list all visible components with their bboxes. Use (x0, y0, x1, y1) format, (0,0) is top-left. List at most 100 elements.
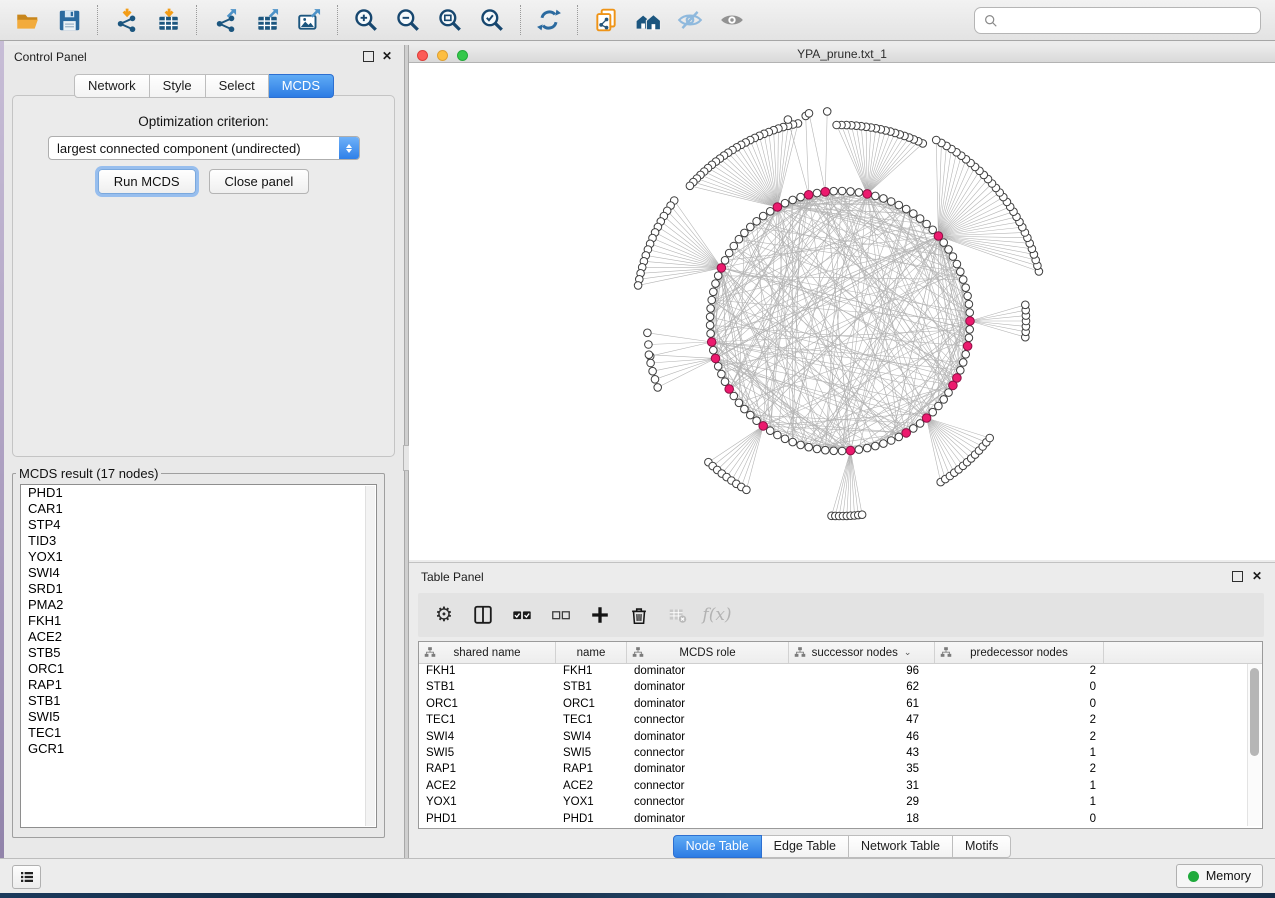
mcds-result-node: RAP1 (21, 677, 376, 693)
cell-predecessor-nodes: 1 (935, 745, 1104, 761)
deselect-all-rows-icon (550, 604, 572, 626)
toolbar-separator (577, 5, 578, 35)
mcds-result-node: STB1 (21, 693, 376, 709)
float-panel-icon[interactable] (363, 51, 374, 62)
memory-status-icon (1188, 871, 1199, 882)
select-all-rows-button[interactable] (510, 603, 534, 627)
tab-select[interactable]: Select (206, 74, 269, 98)
tab-network-table[interactable]: Network Table (849, 835, 953, 858)
task-history-button[interactable] (12, 865, 41, 889)
tab-style[interactable]: Style (150, 74, 206, 98)
table-scrollbar-thumb[interactable] (1250, 668, 1259, 756)
result-list-scrollbar[interactable] (365, 486, 375, 826)
cell-name: SWI4 (556, 729, 627, 745)
export-table-icon (254, 7, 280, 33)
node-table: shared namenameMCDS rolesuccessor nodes⌄… (418, 641, 1263, 829)
tab-motifs[interactable]: Motifs (953, 835, 1011, 858)
column-header-MCDS-role[interactable]: MCDS role (627, 642, 789, 663)
tab-network[interactable]: Network (74, 74, 150, 98)
table-scrollbar[interactable] (1247, 664, 1261, 826)
table-row[interactable]: SWI5SWI5connector431 (419, 745, 1262, 761)
import-table-button[interactable] (147, 3, 189, 37)
zoom-selected-button[interactable] (471, 3, 513, 37)
cell-shared-name: SWI4 (419, 729, 556, 745)
criterion-select[interactable]: largest connected component (undirected) (48, 136, 360, 160)
search-input[interactable] (1004, 10, 1260, 32)
split-panel-button[interactable] (471, 603, 495, 627)
open-session-button[interactable] (6, 3, 48, 37)
table-row[interactable]: ACE2ACE2connector311 (419, 778, 1262, 794)
network-window-titlebar[interactable]: YPA_prune.txt_1 (409, 45, 1275, 63)
table-row[interactable]: TEC1TEC1connector472 (419, 712, 1262, 728)
export-table-button[interactable] (246, 3, 288, 37)
tab-mcds[interactable]: MCDS (269, 74, 334, 98)
cell-predecessor-nodes: 0 (935, 811, 1104, 827)
cell-name: SWI5 (556, 745, 627, 761)
table-row[interactable]: STB1STB1dominator620 (419, 679, 1262, 695)
zoom-in-button[interactable] (345, 3, 387, 37)
column-header-filler (1104, 642, 1262, 663)
hide-selected-button[interactable] (669, 3, 711, 37)
duplicate-network-button[interactable] (585, 3, 627, 37)
tab-edge-table[interactable]: Edge Table (762, 835, 849, 858)
column-header-shared-name[interactable]: shared name (419, 642, 556, 663)
refresh-button[interactable] (528, 3, 570, 37)
zoom-out-button[interactable] (387, 3, 429, 37)
network-graph (409, 63, 1275, 560)
toolbar-separator (520, 5, 521, 35)
cell-shared-name: ACE2 (419, 778, 556, 794)
close-panel-icon[interactable]: ✕ (382, 51, 392, 61)
memory-button[interactable]: Memory (1176, 864, 1263, 888)
float-table-panel-icon[interactable] (1232, 571, 1243, 582)
column-header-successor-nodes[interactable]: successor nodes⌄ (789, 642, 935, 663)
table-settings-button[interactable]: ⚙ (432, 603, 456, 627)
network-canvas[interactable] (409, 63, 1275, 560)
import-network-button[interactable] (105, 3, 147, 37)
zoom-in-icon (353, 7, 379, 33)
close-panel-button[interactable]: Close panel (209, 169, 310, 194)
table-row[interactable]: RAP1RAP1dominator352 (419, 761, 1262, 777)
table-row[interactable]: SWI4SWI4dominator462 (419, 729, 1262, 745)
import-table-icon (155, 7, 181, 33)
column-header-name[interactable]: name (556, 642, 627, 663)
column-type-icon (794, 646, 806, 661)
table-row[interactable]: FKH1FKH1dominator962 (419, 663, 1262, 679)
table-toolbar: ⚙f(x) (418, 593, 1264, 637)
show-all-button[interactable] (711, 3, 753, 37)
export-image-button[interactable] (288, 3, 330, 37)
delete-column-button[interactable] (627, 603, 651, 627)
first-neighbors-button[interactable] (627, 3, 669, 37)
zoom-out-icon (395, 7, 421, 33)
show-all-icon (719, 7, 745, 33)
table-panel-tabs: Node TableEdge TableNetwork TableMotifs (409, 835, 1275, 858)
cell-predecessor-nodes: 2 (935, 663, 1104, 679)
cell-mcds-role: dominator (627, 729, 789, 745)
tab-node-table[interactable]: Node Table (673, 835, 762, 858)
table-row[interactable]: ORC1ORC1dominator610 (419, 696, 1262, 712)
save-session-button[interactable] (48, 3, 90, 37)
mcds-result-node: SRD1 (21, 581, 376, 597)
cell-successor-nodes: 43 (789, 745, 935, 761)
close-table-panel-icon[interactable]: ✕ (1252, 571, 1262, 581)
zoom-fit-icon (437, 7, 463, 33)
cell-name: FKH1 (556, 663, 627, 679)
network-window-title: YPA_prune.txt_1 (409, 47, 1275, 61)
cell-predecessor-nodes: 0 (935, 696, 1104, 712)
mcds-result-list[interactable]: PHD1CAR1STP4TID3YOX1SWI4SRD1PMA2FKH1ACE2… (20, 484, 377, 828)
table-row[interactable]: YOX1YOX1connector291 (419, 794, 1262, 810)
table-row[interactable]: PHD1PHD1dominator180 (419, 811, 1262, 827)
first-neighbors-icon (635, 7, 661, 33)
export-network-button[interactable] (204, 3, 246, 37)
run-mcds-button[interactable]: Run MCDS (98, 169, 196, 194)
cell-name: STB1 (556, 679, 627, 695)
mcds-result-node: STB5 (21, 645, 376, 661)
cell-name: PHD1 (556, 811, 627, 827)
add-column-button[interactable] (588, 603, 612, 627)
deselect-all-rows-button[interactable] (549, 603, 573, 627)
column-header-predecessor-nodes[interactable]: predecessor nodes (935, 642, 1104, 663)
zoom-fit-button[interactable] (429, 3, 471, 37)
hide-selected-icon (677, 7, 703, 33)
search-icon (984, 14, 998, 28)
optimization-criterion-label: Optimization criterion: (13, 114, 394, 129)
column-type-icon (940, 646, 952, 661)
